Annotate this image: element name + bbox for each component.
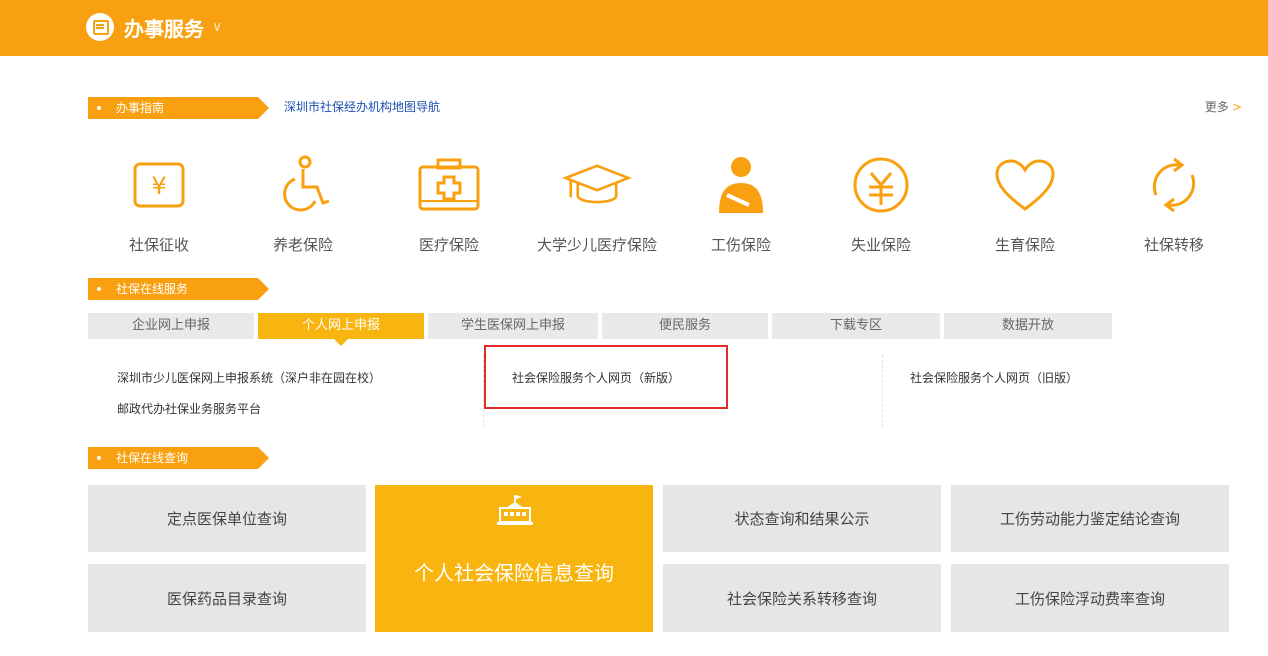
header-menu[interactable]: 办事服务 ∨ (86, 10, 222, 44)
icon-item-medical[interactable]: 医疗保险 (379, 150, 519, 255)
online-service-tag-label: 社保在线服务 (88, 278, 258, 300)
status-query-button[interactable]: 状态查询和结果公示 (663, 485, 941, 552)
icon-item-unemployment[interactable]: 失业保险 (811, 150, 951, 255)
icon-label: 工伤保险 (710, 236, 771, 254)
drug-catalog-query-button[interactable]: 医保药品目录查询 (88, 564, 366, 632)
icon-item-transfer[interactable]: 社保转移 (1104, 150, 1244, 255)
icon-label: 社保征收 (128, 236, 189, 254)
injured-worker-icon (706, 150, 776, 220)
personal-page-old-link[interactable]: 社会保险服务个人网页（旧版） (910, 369, 1078, 386)
child-medical-declaration-link[interactable]: 深圳市少儿医保网上申报系统（深户非在园在校） (117, 369, 381, 386)
online-service-tag: 社保在线服务 (88, 278, 269, 300)
header-title: 办事服务 (124, 16, 204, 41)
icon-item-student-medical[interactable]: 大学少儿医疗保险 (527, 150, 667, 255)
personal-insurance-query-button[interactable]: 个人社会保险信息查询 (375, 485, 653, 632)
map-navigation-link[interactable]: 深圳市社保经办机构地图导航 (284, 98, 440, 115)
transfer-query-button[interactable]: 社会保险关系转移查询 (663, 564, 941, 632)
float-rate-query-button[interactable]: 工伤保险浮动费率查询 (951, 564, 1229, 632)
chevron-right-icon: > (1231, 100, 1242, 114)
guide-tag-label: 办事指南 (88, 97, 258, 119)
medical-kit-icon (414, 150, 484, 220)
chevron-down-icon[interactable]: ∨ (212, 19, 222, 35)
icon-item-maternity[interactable]: 生育保险 (955, 150, 1095, 255)
building-icon (497, 495, 533, 525)
tab-enterprise[interactable]: 企业网上申报 (88, 313, 254, 339)
icon-label: 失业保险 (850, 236, 911, 254)
heart-icon (990, 150, 1060, 220)
more-label: 更多 (1204, 100, 1229, 114)
online-query-tag: 社保在线查询 (88, 447, 269, 469)
more-link[interactable]: 更多 > (1205, 98, 1242, 115)
tab-convenience[interactable]: 便民服务 (602, 313, 768, 339)
guide-tag: 办事指南 (88, 97, 269, 119)
icon-label: 大学少儿医疗保险 (536, 236, 657, 254)
personal-insurance-query-label: 个人社会保险信息查询 (414, 561, 614, 585)
svg-text:¥: ¥ (151, 172, 166, 200)
postal-service-platform-link[interactable]: 邮政代办社保业务服务平台 (117, 400, 261, 417)
icon-item-collection[interactable]: ¥ 社保征收 (89, 150, 229, 255)
icon-item-pension[interactable]: 养老保险 (233, 150, 373, 255)
service-desk-icon (86, 13, 114, 41)
designated-unit-query-button[interactable]: 定点医保单位查询 (88, 485, 366, 552)
tab-personal[interactable]: 个人网上申报 (258, 313, 424, 346)
icon-label: 养老保险 (272, 236, 333, 254)
yuan-circle-icon (846, 150, 916, 220)
tab-open-data[interactable]: 数据开放 (944, 313, 1112, 339)
header-bar: 办事服务 ∨ (0, 0, 1268, 56)
wheelchair-icon (268, 150, 338, 220)
icon-item-injury[interactable]: 工伤保险 (671, 150, 811, 255)
tab-download[interactable]: 下载专区 (772, 313, 940, 339)
icon-label: 社保转移 (1143, 236, 1204, 254)
refresh-arrows-icon (1139, 150, 1209, 220)
icon-label: 医疗保险 (418, 236, 479, 254)
graduation-cap-icon (562, 150, 632, 220)
highlight-box (484, 345, 728, 409)
divider (882, 355, 883, 427)
work-ability-query-button[interactable]: 工伤劳动能力鉴定结论查询 (951, 485, 1229, 552)
yen-box-icon: ¥ (124, 150, 194, 220)
tab-student[interactable]: 学生医保网上申报 (428, 313, 598, 339)
icon-label: 生育保险 (994, 236, 1055, 254)
online-query-tag-label: 社保在线查询 (88, 447, 258, 469)
